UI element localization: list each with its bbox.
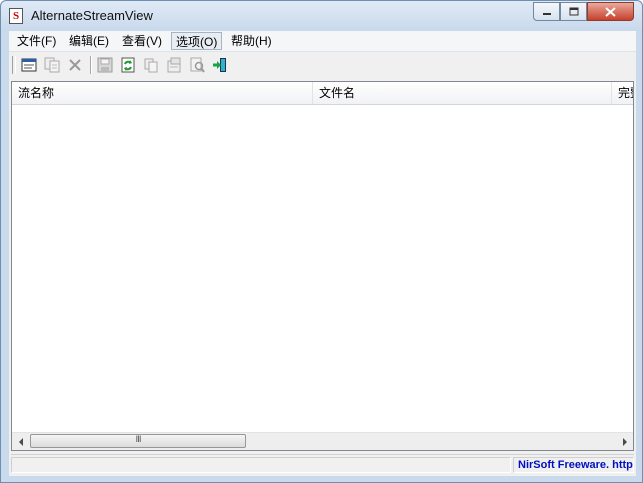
properties-icon [21,58,37,72]
refresh-icon [121,57,135,73]
close-button[interactable] [587,2,634,21]
menu-help[interactable]: 帮助(H) [227,32,276,50]
copy-stream-button[interactable] [42,55,62,75]
status-text [11,457,511,473]
menu-edit[interactable]: 编辑(E) [65,32,113,50]
html-report-icon [167,57,181,73]
save-icon [97,57,113,73]
exit-button[interactable] [210,55,230,75]
refresh-button[interactable] [118,55,138,75]
status-bar: NirSoft Freeware. http://www.nirsoft.net [11,454,634,475]
delete-icon [69,59,81,71]
copy-button[interactable] [141,55,161,75]
scroll-thumb[interactable]: III [30,434,246,448]
html-report-button[interactable] [164,55,184,75]
toolbar-grip[interactable] [12,56,16,74]
horizontal-scrollbar[interactable]: III [12,432,633,450]
maximize-icon [569,7,578,16]
find-icon [190,57,205,73]
app-icon[interactable]: S [9,8,23,24]
properties-button[interactable] [19,55,39,75]
save-button[interactable] [95,55,115,75]
toolbar-separator [90,56,92,74]
minimize-icon [542,12,551,15]
window-title: AlternateStreamView [31,8,153,23]
list-header: 流名称 文件名 完整 [12,82,633,105]
arrow-right-icon [622,437,627,446]
column-full-path[interactable]: 完整 [612,82,633,104]
menu-view[interactable]: 查看(V) [118,32,166,50]
copy-icon [144,58,158,73]
menu-file[interactable]: 文件(F) [13,32,60,50]
toolbar [9,52,636,79]
close-icon [605,6,616,17]
title-bar[interactable]: S AlternateStreamView [1,1,642,31]
client-area: 文件(F) 编辑(E) 查看(V) 选项(O) 帮助(H) 流名称 文件名 完 … [9,31,636,476]
arrow-left-icon [18,437,23,446]
copy-stream-icon [44,57,60,73]
column-file-name[interactable]: 文件名 [313,82,612,104]
maximize-button[interactable] [560,2,587,21]
scroll-right-button[interactable] [616,433,633,450]
app-window: S AlternateStreamView 文件(F) 编辑(E) 查看(V) … [0,0,643,483]
column-stream-name[interactable]: 流名称 [12,82,313,104]
exit-icon [213,58,226,72]
menu-options[interactable]: 选项(O) [171,32,223,50]
nirsoft-link[interactable]: NirSoft Freeware. http://www.nirsoft.net [513,457,634,473]
menu-bar: 文件(F) 编辑(E) 查看(V) 选项(O) 帮助(H) [9,31,636,52]
scroll-left-button[interactable] [12,433,29,450]
minimize-button[interactable] [533,2,560,21]
stream-list[interactable]: 流名称 文件名 完整 III [11,81,634,451]
delete-button[interactable] [65,55,85,75]
find-button[interactable] [187,55,207,75]
